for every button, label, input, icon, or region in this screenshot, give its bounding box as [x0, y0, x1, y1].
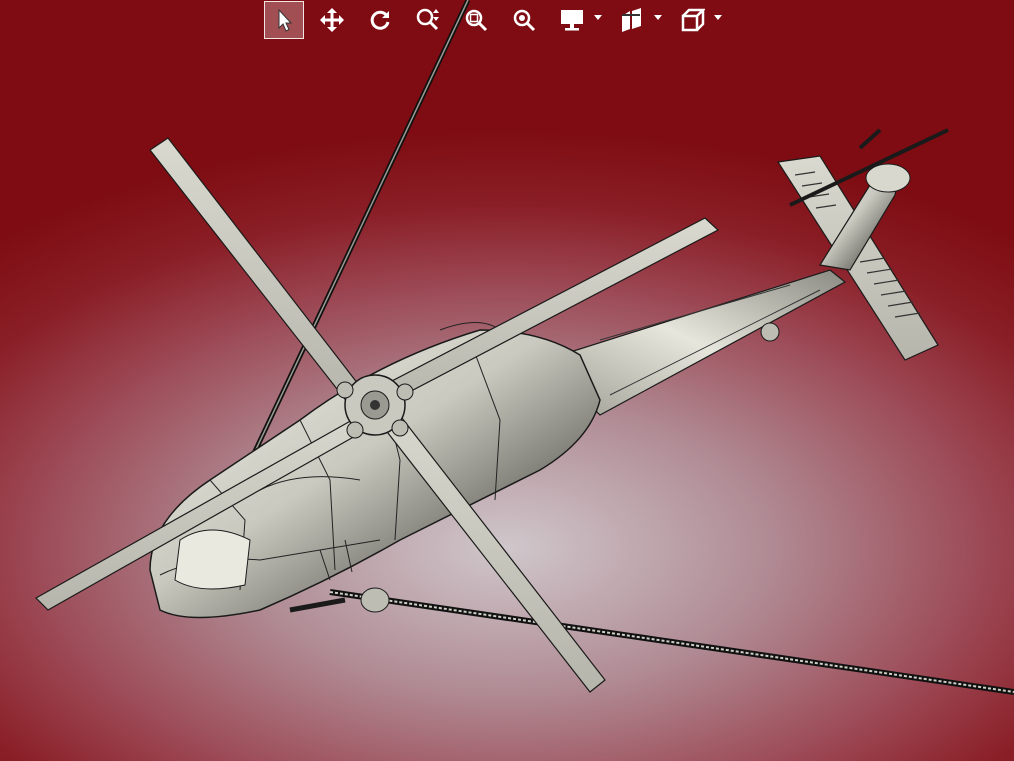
cube-view-icon: [681, 8, 705, 32]
helicopter-model[interactable]: [0, 0, 1014, 761]
zoom-updown-icon: [416, 8, 439, 31]
chevron-down-icon[interactable]: [594, 15, 602, 20]
zoom-fit-button[interactable]: [504, 1, 544, 39]
rotate-icon: [370, 10, 390, 30]
monitor-icon: [561, 10, 583, 31]
select-button[interactable]: [264, 1, 304, 39]
section-button[interactable]: [612, 1, 664, 39]
stabilizer: [776, 155, 939, 361]
zoom-window-button[interactable]: [456, 1, 496, 39]
rotor-hub: [336, 374, 414, 439]
zoom-button[interactable]: [408, 1, 448, 39]
zoom-fit-icon: [513, 9, 536, 32]
move-arrows-icon: [320, 8, 344, 32]
pan-button[interactable]: [312, 1, 352, 39]
cable-lower: [329, 589, 1014, 695]
fuselage: [149, 322, 601, 619]
rotate-button[interactable]: [360, 1, 400, 39]
display-mode-button[interactable]: [552, 1, 604, 39]
view-toolbar: [264, 0, 732, 40]
section-plane-icon: [622, 8, 641, 32]
3d-viewport[interactable]: [0, 0, 1014, 761]
chevron-down-icon[interactable]: [654, 15, 662, 20]
chevron-down-icon[interactable]: [714, 15, 722, 20]
select-arrow-icon: [278, 8, 293, 32]
zoom-window-icon: [465, 9, 488, 32]
view-orientation-button[interactable]: [672, 1, 724, 39]
